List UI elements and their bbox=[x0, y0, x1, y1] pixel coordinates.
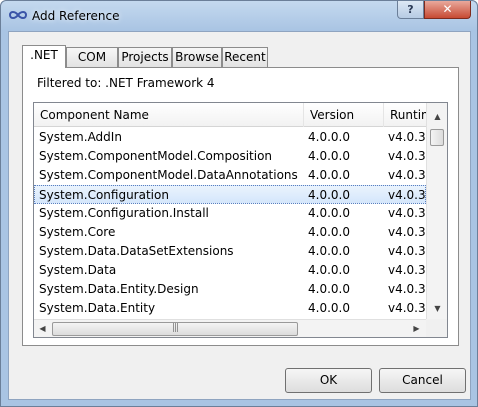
window-title: Add Reference bbox=[32, 9, 120, 23]
help-button[interactable]: ? bbox=[397, 1, 424, 19]
component-runtime: v4.0.30 bbox=[388, 263, 428, 277]
component-runtime: v4.0.30 bbox=[388, 244, 428, 258]
tab-recent[interactable]: Recent bbox=[222, 47, 268, 67]
scroll-right-arrow-icon[interactable]: ▶ bbox=[408, 320, 425, 337]
scroll-down-arrow-icon[interactable]: ▼ bbox=[427, 300, 447, 317]
component-name: System.Configuration bbox=[39, 188, 169, 202]
component-runtime: v4.0.30 bbox=[388, 206, 428, 220]
component-version: 4.0.0.0 bbox=[308, 282, 350, 296]
component-runtime: v4.0.30 bbox=[388, 225, 428, 239]
component-version: 4.0.0.0 bbox=[308, 263, 350, 277]
column-header-runtime[interactable]: Runtim bbox=[384, 103, 426, 127]
list-item[interactable]: System.Data.DataSetExtensions 4.0.0.0 v4… bbox=[34, 242, 428, 261]
dialog-client-area: .NET COM Projects Browse Recent Filtered… bbox=[8, 31, 471, 400]
vertical-scrollbar[interactable]: ▲ ▼ bbox=[426, 103, 447, 319]
component-version: 4.0.0.0 bbox=[308, 168, 350, 182]
component-runtime: v4.0.30 bbox=[388, 149, 428, 163]
tab-browse[interactable]: Browse bbox=[172, 47, 222, 67]
component-name: System.ComponentModel.Composition bbox=[39, 149, 273, 163]
scroll-left-arrow-icon[interactable]: ◀ bbox=[34, 320, 51, 337]
list-item[interactable]: System.Data.Entity.Design 4.0.0.0 v4.0.3… bbox=[34, 280, 428, 299]
horizontal-scrollbar[interactable]: ◀ ||| ▶ bbox=[34, 319, 426, 337]
component-runtime: v4.0.30 bbox=[388, 168, 428, 182]
component-version: 4.0.0.0 bbox=[308, 206, 350, 220]
filter-label: Filtered to: .NET Framework 4 bbox=[37, 76, 215, 90]
component-name: System.Data.Entity bbox=[39, 301, 156, 315]
component-name: System.AddIn bbox=[39, 130, 122, 144]
component-version: 4.0.0.0 bbox=[308, 130, 350, 144]
list-item[interactable]: System.ComponentModel.Composition 4.0.0.… bbox=[34, 147, 428, 166]
list-item[interactable]: System.Data.Entity 4.0.0.0 v4.0.30 bbox=[34, 299, 428, 318]
tab-com[interactable]: COM bbox=[66, 47, 118, 67]
component-name: System.Data.DataSetExtensions bbox=[39, 244, 234, 258]
column-header-version[interactable]: Version bbox=[304, 103, 384, 127]
tab-dotnet[interactable]: .NET bbox=[22, 45, 66, 68]
vertical-scroll-thumb[interactable] bbox=[430, 129, 444, 146]
list-header: Component Name Version Runtim bbox=[34, 103, 426, 127]
list-item[interactable]: System.AddIn 4.0.0.0 v4.0.30 bbox=[34, 128, 428, 147]
component-version: 4.0.0.0 bbox=[308, 149, 350, 163]
cancel-button[interactable]: Cancel bbox=[379, 368, 466, 393]
component-version: 4.0.0.0 bbox=[308, 188, 350, 202]
close-button[interactable]: ✕ bbox=[424, 1, 471, 19]
scrollbar-corner bbox=[426, 319, 447, 337]
horizontal-scroll-thumb[interactable]: ||| bbox=[52, 322, 298, 336]
component-runtime: v4.0.30 bbox=[388, 282, 428, 296]
column-header-component-name[interactable]: Component Name bbox=[34, 103, 304, 127]
list-item-selected[interactable]: System.Configuration 4.0.0.0 v4.0.30 bbox=[34, 185, 428, 204]
component-version: 4.0.0.0 bbox=[308, 301, 350, 315]
component-version: 4.0.0.0 bbox=[308, 225, 350, 239]
tab-panel-dotnet: Filtered to: .NET Framework 4 Component … bbox=[22, 67, 459, 346]
component-runtime: v4.0.30 bbox=[388, 188, 428, 202]
add-reference-dialog: Add Reference ? ✕ .NET COM Projects Brow… bbox=[0, 0, 478, 407]
list-item[interactable]: System.ComponentModel.DataAnnotations 4.… bbox=[34, 166, 428, 185]
tab-projects[interactable]: Projects bbox=[118, 47, 172, 67]
component-name: System.Configuration.Install bbox=[39, 206, 209, 220]
infinity-icon bbox=[9, 11, 27, 19]
component-name: System.Data.Entity.Design bbox=[39, 282, 199, 296]
component-runtime: v4.0.30 bbox=[388, 301, 428, 315]
title-bar[interactable]: Add Reference ? ✕ bbox=[1, 1, 477, 31]
list-item[interactable]: System.Core 4.0.0.0 v4.0.30 bbox=[34, 223, 428, 242]
ok-button[interactable]: OK bbox=[285, 368, 372, 393]
component-name: System.ComponentModel.DataAnnotations bbox=[39, 168, 298, 182]
component-runtime: v4.0.30 bbox=[388, 130, 428, 144]
component-list[interactable]: Component Name Version Runtim System.Add… bbox=[33, 102, 448, 338]
component-name: System.Core bbox=[39, 225, 116, 239]
component-version: 4.0.0.0 bbox=[308, 244, 350, 258]
list-item[interactable]: System.Configuration.Install 4.0.0.0 v4.… bbox=[34, 204, 428, 223]
list-item[interactable]: System.Data 4.0.0.0 v4.0.30 bbox=[34, 261, 428, 280]
component-name: System.Data bbox=[39, 263, 117, 277]
scroll-up-arrow-icon[interactable]: ▲ bbox=[427, 108, 447, 125]
list-rows: System.AddIn 4.0.0.0 v4.0.30 System.Comp… bbox=[34, 128, 428, 318]
